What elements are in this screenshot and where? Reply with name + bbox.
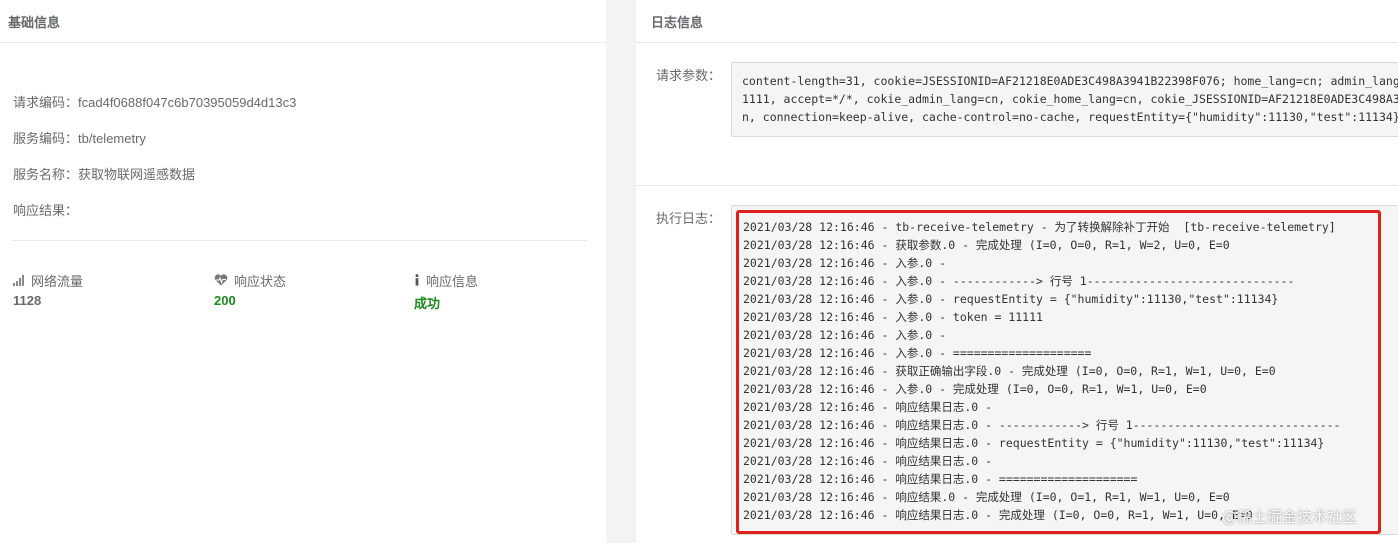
- log-line: 2021/03/28 12:16:46 - 入参.0 - 完成处理 (I=0, …: [743, 382, 1207, 396]
- exec-log-highlight: 2021/03/28 12:16:46 - tb-receive-telemet…: [736, 210, 1381, 534]
- log-line: 2021/03/28 12:16:46 - 响应结果日志.0 - request…: [743, 436, 1325, 450]
- stat-response-status-label: 响应状态: [234, 273, 287, 289]
- log-line: 2021/03/28 12:16:46 - tb-receive-telemet…: [743, 220, 1336, 234]
- log-line: 2021/03/28 12:16:46 - 入参.0 -: [743, 328, 947, 342]
- request-code-row: 请求编码：fcad4f0688f047c6b70395059d4d13c3: [13, 93, 587, 129]
- request-code-value: fcad4f0688f047c6b70395059d4d13c3: [78, 95, 297, 110]
- log-line: 2021/03/28 12:16:46 - 响应结果.0 - 完成处理 (I=0…: [743, 490, 1230, 504]
- log-info-title: 日志信息: [651, 14, 704, 30]
- stat-response-info: 响应信息 成功: [414, 272, 478, 312]
- params-line: content-length=31, cookie=JSESSIONID=AF2…: [742, 74, 1398, 88]
- response-result-row: 响应结果：: [13, 201, 587, 237]
- stat-network-traffic-value: 1128: [13, 293, 42, 308]
- basic-info-title: 基础信息: [8, 14, 61, 30]
- service-name-label: 服务名称：: [13, 167, 79, 182]
- log-line: 2021/03/28 12:16:46 - 入参.0 - requestEnti…: [743, 292, 1279, 306]
- stat-network-traffic-label: 网络流量: [31, 273, 84, 289]
- log-line: 2021/03/28 12:16:46 - 获取正确输出字段.0 - 完成处理 …: [743, 364, 1276, 378]
- request-params-label: 请求参数：: [656, 68, 722, 83]
- watermark: @稀土掘金技术社区: [1222, 508, 1358, 526]
- log-line: 2021/03/28 12:16:46 - 入参.0 -: [743, 256, 947, 270]
- info-icon: [415, 274, 419, 286]
- heartbeat-icon: [214, 274, 228, 286]
- signal-icon: [13, 274, 24, 286]
- info-divider: [12, 240, 587, 241]
- log-line: 2021/03/28 12:16:46 - 响应结果日志.0 -: [743, 400, 993, 414]
- params-line: n, connection=keep-alive, cache-control=…: [742, 110, 1398, 124]
- service-code-value: tb/telemetry: [78, 131, 146, 146]
- stat-response-info-value: 成功: [414, 296, 441, 311]
- request-code-label: 请求编码：: [13, 95, 79, 110]
- log-line: 2021/03/28 12:16:46 - 响应结果日志.0 - =======…: [743, 472, 1138, 486]
- exec-log-label: 执行日志：: [656, 211, 722, 226]
- stats-row: 网络流量 1128 响应状态 200 响应信息 成功: [13, 272, 603, 312]
- request-params-textarea[interactable]: content-length=31, cookie=JSESSIONID=AF2…: [731, 62, 1398, 137]
- log-line: 2021/03/28 12:16:46 - 入参.0 - token = 111…: [743, 310, 1043, 324]
- service-name-value: 获取物联网遥感数据: [78, 167, 196, 182]
- log-line: 2021/03/28 12:16:46 - 入参.0 - -----------…: [743, 274, 1295, 288]
- log-line: 2021/03/28 12:16:46 - 获取参数.0 - 完成处理 (I=0…: [743, 238, 1230, 252]
- stat-response-info-label: 响应信息: [426, 273, 479, 289]
- log-line: 2021/03/28 12:16:46 - 入参.0 - ===========…: [743, 346, 1092, 360]
- stat-response-status-value: 200: [214, 293, 236, 308]
- basic-info-panel: 基础信息 请求编码：fcad4f0688f047c6b70395059d4d13…: [0, 0, 606, 543]
- service-name-row: 服务名称：获取物联网遥感数据: [13, 165, 587, 201]
- response-result-label: 响应结果：: [13, 203, 79, 218]
- log-info-header: 日志信息: [636, 0, 1398, 43]
- stat-network-traffic: 网络流量 1128: [13, 272, 83, 308]
- service-code-label: 服务编码：: [13, 131, 79, 146]
- log-line: 2021/03/28 12:16:46 - 响应结果日志.0 -: [743, 454, 993, 468]
- log-section-divider: [636, 185, 1398, 186]
- params-line: 1111, accept=*/*, cokie_admin_lang=cn, c…: [742, 92, 1398, 106]
- stat-response-status: 响应状态 200: [214, 272, 287, 309]
- log-line: 2021/03/28 12:16:46 - 响应结果日志.0 - -------…: [743, 418, 1341, 432]
- basic-info-list: 请求编码：fcad4f0688f047c6b70395059d4d13c3 服务…: [13, 93, 587, 237]
- service-code-row: 服务编码：tb/telemetry: [13, 129, 587, 165]
- basic-info-header: 基础信息: [0, 0, 606, 43]
